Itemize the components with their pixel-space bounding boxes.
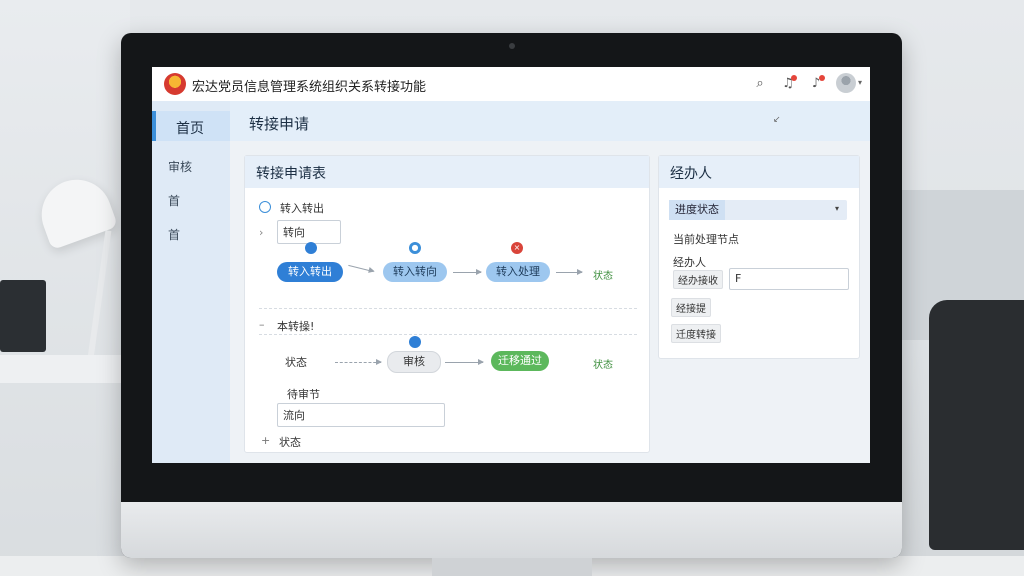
collapse-icon[interactable]: ↙ — [773, 115, 781, 125]
bell-icon[interactable]: ♫ — [779, 75, 797, 93]
chevron-down-icon: ▾ — [834, 204, 839, 213]
status-select-value: 进度状态 — [669, 200, 725, 220]
office-chair — [929, 300, 1024, 550]
flow-arrow — [453, 269, 482, 275]
sidebar-item-4[interactable]: 首 — [152, 219, 230, 249]
card-header: 转接申请表 — [245, 156, 649, 188]
divider — [259, 308, 637, 309]
party-emblem-logo — [164, 73, 186, 95]
flow-step-review[interactable]: 审核 — [387, 351, 441, 373]
background-monitor — [0, 280, 46, 352]
flow2-status: 状态 — [593, 360, 613, 371]
footer-label: 状态 — [279, 436, 301, 449]
sidebar-item-label: 首 — [168, 228, 181, 242]
radio-label: 转入转出 — [280, 202, 324, 215]
notification-icon[interactable]: ♪ — [807, 75, 825, 93]
handler-card: 经办人 进度状态 ▾ 当前处理节点 经办人 经办接收 F 经接提 迁度转接 — [658, 155, 860, 359]
app-window: 宏达党员信息管理系统组织关系转接功能 ⌕ ♫ ♪ ▾ 首页 审核 首 首 转接申… — [152, 67, 870, 463]
direction-input[interactable]: 转向 — [277, 220, 341, 244]
card-header: 经办人 — [659, 156, 859, 188]
sidebar-item-label: 审核 — [168, 160, 193, 174]
divider — [259, 334, 637, 335]
webcam — [509, 43, 515, 49]
flow2-start-label: 状态 — [285, 356, 307, 369]
avatar[interactable] — [836, 73, 856, 93]
sidebar-item-label: 首 — [168, 194, 181, 208]
flow-arrow — [445, 359, 484, 365]
action-tag-1[interactable]: 经接提 — [671, 298, 711, 317]
badge-dot — [819, 75, 825, 81]
step-node-1 — [305, 242, 317, 254]
handler-prefix-tag: 经办接收 — [673, 270, 723, 289]
transfer-form-card: 转接申请表 转入转出 › 转向 ● × 转入转出 转入转向 转入处理 状态 – … — [244, 155, 650, 453]
dash-icon: – — [259, 318, 265, 331]
search-icon[interactable]: ⌕ — [751, 75, 769, 93]
section-label: 本转操! — [277, 320, 315, 333]
badge-dot — [791, 75, 797, 81]
expand-icon[interactable]: › — [259, 226, 263, 239]
flow-arrow-dashed — [335, 359, 382, 365]
background-desk — [0, 355, 130, 383]
monitor-stand — [432, 558, 592, 576]
step-node-4 — [409, 336, 421, 348]
step-node-3-icon: × — [511, 242, 523, 254]
card-title: 转接申请表 — [256, 166, 326, 182]
chevron-down-icon[interactable]: ▾ — [858, 78, 862, 87]
handler-input[interactable]: F — [729, 268, 849, 290]
app-title: 宏达党员信息管理系统组织关系转接功能 — [192, 80, 427, 95]
flow-arrow — [348, 264, 374, 273]
sidebar-item-label: 首页 — [176, 121, 204, 137]
sidebar-item-home[interactable]: 首页 — [152, 111, 234, 141]
flow-step-processing[interactable]: 转入处理 — [486, 262, 550, 282]
direction-input-2[interactable]: 流向 — [277, 403, 445, 427]
flow-step-direction[interactable]: 转入转向 — [383, 262, 447, 282]
handler-input-value: F — [735, 272, 742, 285]
action-tag-2[interactable]: 迁度转接 — [671, 324, 721, 343]
sidebar-item-3[interactable]: 首 — [152, 185, 230, 215]
sidebar-item-review[interactable]: 审核 — [152, 151, 230, 181]
page-title: 转接申请 — [249, 115, 310, 133]
expand-icon[interactable]: + — [261, 434, 270, 447]
top-bar: 宏达党员信息管理系统组织关系转接功能 ⌕ ♫ ♪ ▾ — [152, 67, 870, 102]
sidebar: 首页 审核 首 首 — [152, 101, 234, 463]
direction-input-value: 转向 — [283, 226, 305, 239]
direction-input-2-value: 流向 — [283, 409, 305, 422]
radio-button[interactable] — [259, 201, 271, 213]
card-title: 经办人 — [670, 166, 712, 182]
handler-label: 经办人 — [673, 256, 706, 269]
flow-status: 状态 — [593, 271, 613, 282]
page-header: 转接申请 ↙ — [230, 101, 870, 141]
flow-step-transfer[interactable]: 转入转出 — [277, 262, 343, 282]
flow-step-approved[interactable]: 迁移通过 — [491, 351, 549, 371]
step-node-2: ● — [409, 242, 421, 254]
subsection-label: 待审节 — [287, 388, 320, 401]
status-select[interactable]: 进度状态 ▾ — [669, 200, 847, 220]
flow-arrow — [556, 269, 583, 275]
monitor-chin — [121, 502, 902, 558]
current-node-label: 当前处理节点 — [673, 233, 739, 246]
